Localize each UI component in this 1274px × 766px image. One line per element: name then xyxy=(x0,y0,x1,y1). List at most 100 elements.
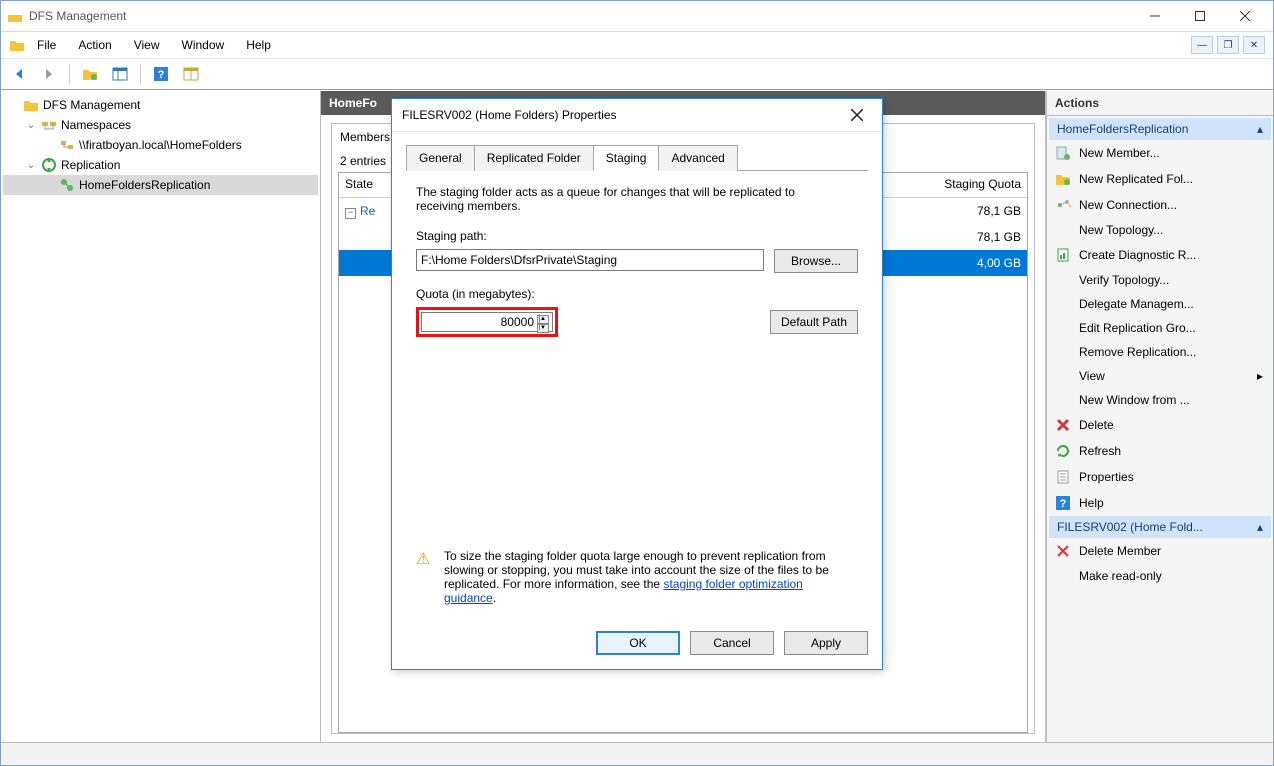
action-help[interactable]: ? Help xyxy=(1049,490,1271,516)
toolbar-folder-button[interactable] xyxy=(78,62,102,86)
menu-help[interactable]: Help xyxy=(236,35,281,55)
quota-input[interactable] xyxy=(421,312,553,332)
mdi-close-button[interactable]: ✕ xyxy=(1243,36,1265,54)
report-icon xyxy=(1055,247,1071,263)
action-remove-replication[interactable]: Remove Replication... xyxy=(1049,340,1271,364)
replication-icon xyxy=(41,157,57,173)
actions-section-1[interactable]: HomeFoldersReplication ▴ xyxy=(1049,118,1271,140)
tree-replication-item[interactable]: HomeFoldersReplication xyxy=(3,175,318,195)
actions-section-1-label: HomeFoldersReplication xyxy=(1057,122,1188,136)
collapse-section-icon[interactable]: ▴ xyxy=(1257,520,1263,534)
warning-text: To size the staging folder quota large e… xyxy=(444,549,858,605)
ok-button[interactable]: OK xyxy=(596,631,680,655)
folder-replicate-icon xyxy=(1055,171,1071,187)
forward-button[interactable] xyxy=(37,62,61,86)
actions-section-2[interactable]: FILESRV002 (Home Fold... ▴ xyxy=(1049,516,1271,538)
action-new-member[interactable]: New Member... xyxy=(1049,140,1271,166)
close-button[interactable] xyxy=(1222,2,1267,30)
toolbar-table-button[interactable] xyxy=(179,62,203,86)
action-refresh[interactable]: Refresh xyxy=(1049,438,1271,464)
dialog-close-button[interactable] xyxy=(842,100,872,130)
quota-highlight: ▲▼ xyxy=(416,307,558,337)
nav-tree[interactable]: DFS Management ⌄ Namespaces \\firatboyan… xyxy=(1,91,321,742)
col-state[interactable]: State xyxy=(339,173,399,197)
row-state-value: Re xyxy=(360,204,375,218)
action-new-replicated-folder[interactable]: New Replicated Fol... xyxy=(1049,166,1271,192)
menu-window[interactable]: Window xyxy=(172,35,235,55)
action-make-read-only[interactable]: Make read-only xyxy=(1049,564,1271,588)
action-verify-topology[interactable]: Verify Topology... xyxy=(1049,268,1271,292)
tree-root-label: DFS Management xyxy=(43,98,140,112)
toolbar-pane-button[interactable] xyxy=(108,62,132,86)
action-new-topology[interactable]: New Topology... xyxy=(1049,218,1271,242)
apply-button[interactable]: Apply xyxy=(784,631,868,655)
dialog-title-bar: FILESRV002 (Home Folders) Properties xyxy=(392,99,882,132)
staging-path-input[interactable] xyxy=(416,249,764,271)
minimize-button[interactable] xyxy=(1132,2,1177,30)
tree-namespace-item[interactable]: \\firatboyan.local\HomeFolders xyxy=(3,135,318,155)
col-staging-quota[interactable]: Staging Quota xyxy=(907,173,1027,197)
action-properties[interactable]: Properties xyxy=(1049,464,1271,490)
menu-file[interactable]: File xyxy=(27,35,66,55)
action-delegate-management[interactable]: Delegate Managem... xyxy=(1049,292,1271,316)
toolbar-help-button[interactable]: ? xyxy=(149,62,173,86)
tab-advanced[interactable]: Advanced xyxy=(658,145,737,171)
svg-text:*: * xyxy=(1068,203,1071,213)
tree-root[interactable]: DFS Management xyxy=(3,95,318,115)
collapse-icon[interactable]: ⌄ xyxy=(25,120,37,131)
action-label: New Replicated Fol... xyxy=(1079,172,1193,186)
actions-header: Actions xyxy=(1047,91,1273,116)
action-delete[interactable]: Delete xyxy=(1049,412,1271,438)
action-label: Delete xyxy=(1079,418,1114,432)
browse-button[interactable]: Browse... xyxy=(774,249,858,273)
connection-add-icon: * xyxy=(1055,197,1071,213)
dialog-tabs: General Replicated Folder Staging Advanc… xyxy=(406,144,868,171)
tab-members[interactable]: Members xyxy=(340,130,390,144)
menu-action[interactable]: Action xyxy=(68,35,121,55)
action-view[interactable]: View▸ xyxy=(1049,364,1271,388)
action-delete-member[interactable]: Delete Member xyxy=(1049,538,1271,564)
actions-pane: Actions HomeFoldersReplication ▴ New Mem… xyxy=(1046,91,1273,742)
back-button[interactable] xyxy=(7,62,31,86)
mdi-minimize-button[interactable]: — xyxy=(1191,36,1213,54)
expand-row-icon[interactable]: − xyxy=(345,208,356,219)
tab-staging[interactable]: Staging xyxy=(593,145,660,171)
tree-replication[interactable]: ⌄ Replication xyxy=(3,155,318,175)
quota-label: Quota (in megabytes): xyxy=(416,287,858,301)
menu-view[interactable]: View xyxy=(124,35,170,55)
action-edit-replication-group[interactable]: Edit Replication Gro... xyxy=(1049,316,1271,340)
dfs-icon xyxy=(23,97,39,113)
staging-description: The staging folder acts as a queue for c… xyxy=(416,185,836,213)
action-label: View xyxy=(1079,369,1105,383)
window-title: DFS Management xyxy=(29,9,126,23)
menu-bar: File Action View Window Help — ❐ ✕ xyxy=(1,32,1273,59)
action-label: Delegate Managem... xyxy=(1079,297,1194,311)
spin-up-button[interactable]: ▲ xyxy=(537,315,549,324)
tree-namespaces[interactable]: ⌄ Namespaces xyxy=(3,115,318,135)
tab-replicated-folder[interactable]: Replicated Folder xyxy=(474,145,594,171)
namespace-icon xyxy=(41,117,57,133)
replication-group-icon xyxy=(59,177,75,193)
row-quota-value: 78,1 GB xyxy=(907,230,1027,244)
tab-general[interactable]: General xyxy=(406,145,475,171)
action-new-window[interactable]: New Window from ... xyxy=(1049,388,1271,412)
action-new-connection[interactable]: *New Connection... xyxy=(1049,192,1271,218)
spin-down-button[interactable]: ▼ xyxy=(537,324,549,333)
tree-replication-item-label: HomeFoldersReplication xyxy=(79,178,210,192)
app-window: DFS Management File Action View Window H… xyxy=(0,0,1274,766)
action-label: New Topology... xyxy=(1079,223,1163,237)
warning-icon: ⚠ xyxy=(416,549,434,605)
cancel-button[interactable]: Cancel xyxy=(690,631,774,655)
action-create-diagnostic[interactable]: Create Diagnostic R... xyxy=(1049,242,1271,268)
default-path-button[interactable]: Default Path xyxy=(770,310,858,334)
maximize-button[interactable] xyxy=(1177,2,1222,30)
mdi-restore-button[interactable]: ❐ xyxy=(1217,36,1239,54)
help-icon: ? xyxy=(1055,495,1071,511)
action-label: Help xyxy=(1079,496,1104,510)
title-bar: DFS Management xyxy=(1,1,1273,32)
collapse-section-icon[interactable]: ▴ xyxy=(1257,122,1263,136)
server-add-icon xyxy=(1055,145,1071,161)
collapse-icon[interactable]: ⌄ xyxy=(25,160,37,171)
tree-replication-label: Replication xyxy=(61,158,120,172)
delete-member-icon xyxy=(1055,543,1071,559)
